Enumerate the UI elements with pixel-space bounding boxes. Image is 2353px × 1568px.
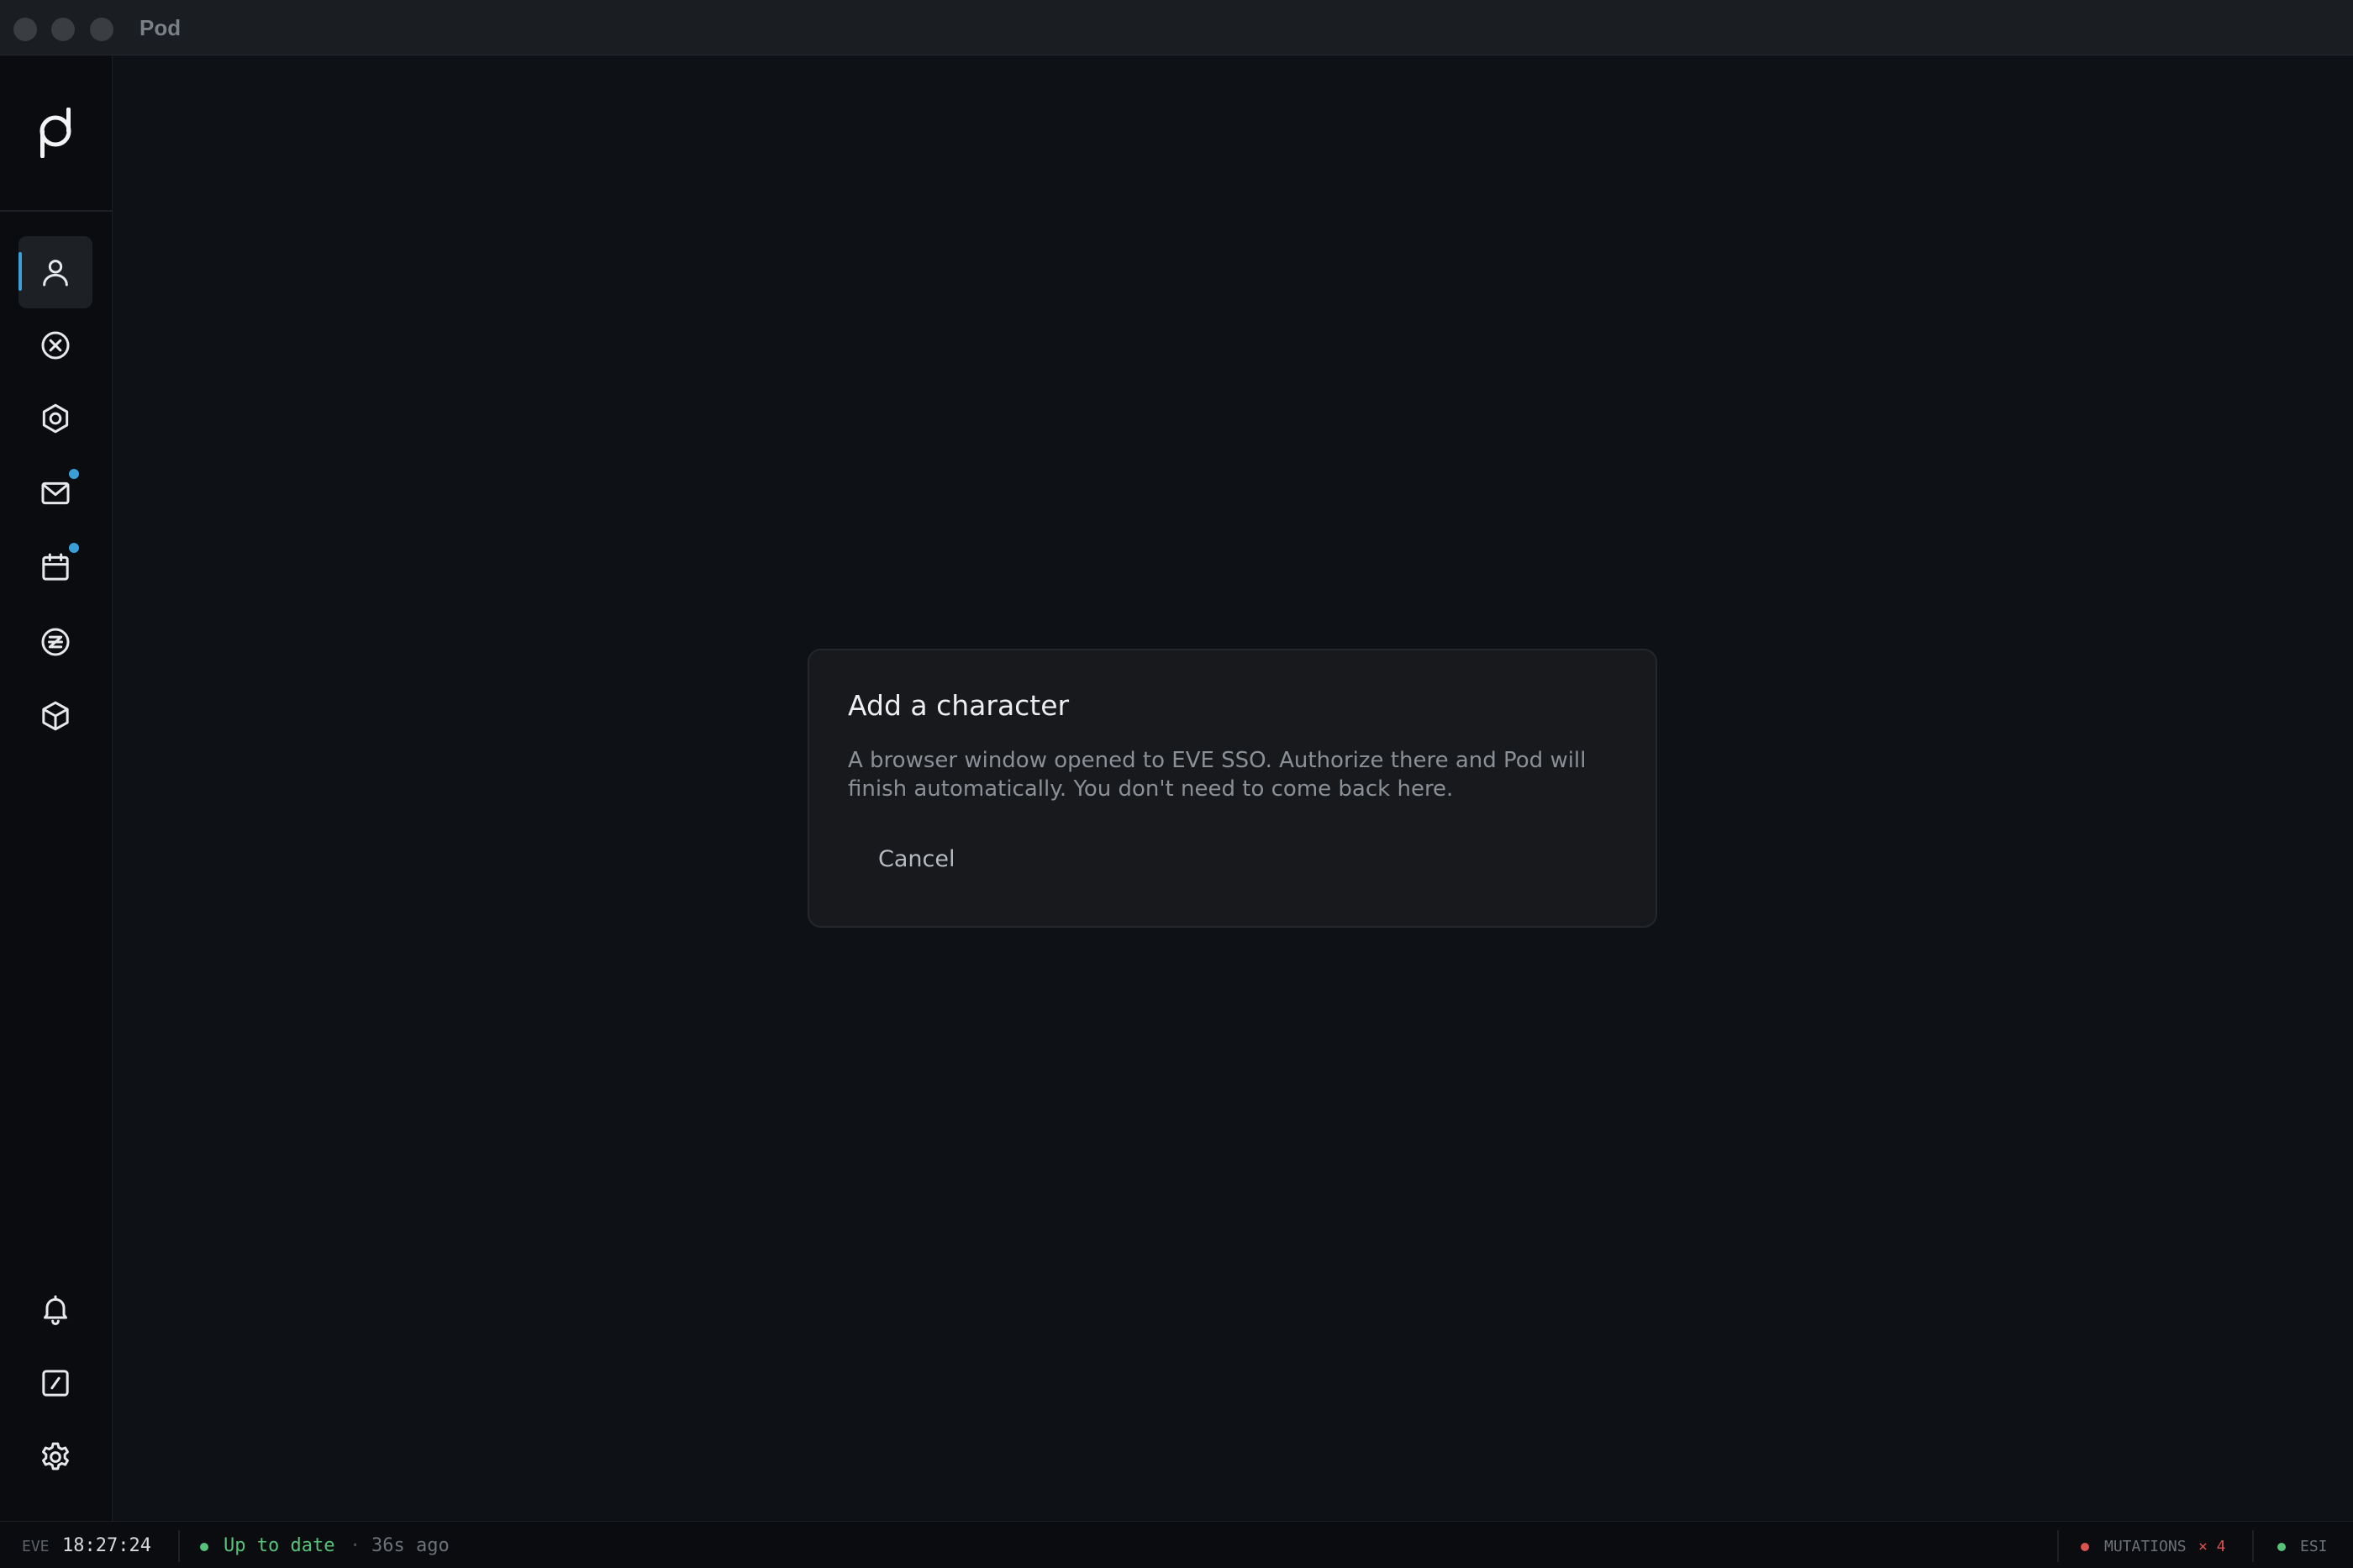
mail-icon: [41, 481, 70, 505]
dialog-body: A browser window opened to EVE SSO. Auth…: [848, 748, 1587, 802]
add-character-dialog: Add a character A browser window opened …: [808, 649, 1657, 928]
sidebar-item-mail[interactable]: [18, 457, 92, 529]
mutations-label[interactable]: MUTATIONS: [2104, 1538, 2187, 1555]
sidebar-item-3[interactable]: [18, 382, 92, 455]
pod-logo-icon[interactable]: [34, 108, 77, 158]
status-separator: [178, 1530, 180, 1562]
calendar-badge: [69, 543, 79, 553]
sidebar-item-calendar[interactable]: [18, 531, 92, 603]
window-title: Pod: [139, 15, 182, 40]
sidebar-item-7[interactable]: [18, 680, 92, 752]
window-minimize-button[interactable]: [51, 18, 75, 41]
hexagon-icon: [42, 403, 69, 434]
user-icon: [43, 260, 68, 287]
active-indicator: [18, 252, 22, 291]
cancel-button[interactable]: Cancel: [848, 832, 985, 886]
app-window: Pod Add a character A browser window ope…: [0, 0, 2353, 1568]
cube-icon: [42, 701, 69, 731]
sidebar-item-2[interactable]: [18, 309, 92, 381]
mail-badge: [69, 469, 79, 479]
bell-icon: [44, 1295, 67, 1325]
dialog-title: Add a character: [848, 689, 1070, 722]
window-maximize-button[interactable]: [90, 18, 113, 41]
status-separator: [2252, 1530, 2254, 1562]
status-separator: [2057, 1530, 2059, 1562]
calendar-icon: [42, 553, 69, 581]
eve-clock: 18:27:24: [62, 1535, 151, 1556]
sidebar-item-slash[interactable]: [18, 1347, 92, 1419]
sidebar-item-characters[interactable]: [18, 236, 92, 308]
status-dot: [200, 1543, 208, 1551]
window-close-button[interactable]: [13, 18, 37, 41]
sidebar-item-6[interactable]: [18, 606, 92, 678]
status-middot: ·: [350, 1535, 361, 1556]
mutations-dot: [2081, 1543, 2089, 1551]
sync-time-ago: 36s ago: [371, 1535, 450, 1556]
esi-dot: [2277, 1543, 2286, 1551]
status-bar: EVE 18:27:24 Up to date · 36s ago MUTATI…: [0, 1521, 2353, 1568]
mutations-count: × 4: [2198, 1538, 2226, 1555]
sidebar-item-notifications[interactable]: [18, 1273, 92, 1345]
eve-label: EVE: [22, 1538, 50, 1555]
sync-status: Up to date: [224, 1535, 335, 1556]
esi-label[interactable]: ESI: [2300, 1538, 2328, 1555]
sidebar-item-settings[interactable]: [18, 1421, 92, 1493]
circle-z-icon: [41, 628, 70, 656]
slash-square-icon: [42, 1370, 69, 1397]
title-bar: Pod: [0, 0, 2353, 55]
sidebar: [0, 55, 113, 1521]
gear-icon: [42, 1442, 69, 1471]
circle-x-icon: [41, 331, 70, 360]
sidebar-divider: [0, 210, 113, 212]
